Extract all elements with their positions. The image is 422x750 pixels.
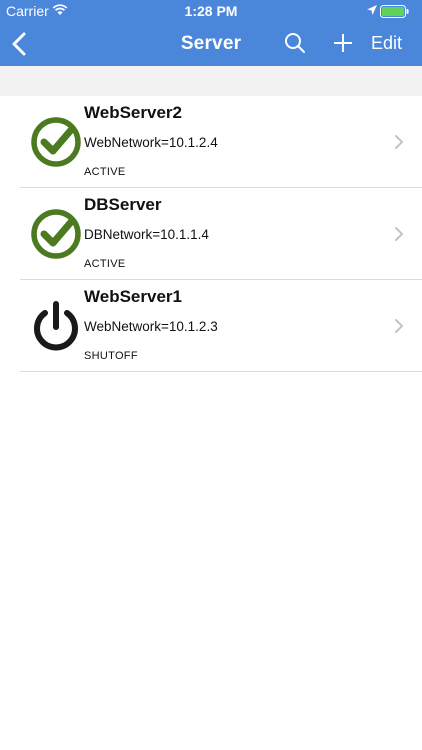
- server-row[interactable]: WebServer2 WebNetwork=10.1.2.4 ACTIVE: [20, 96, 422, 188]
- server-list: WebServer2 WebNetwork=10.1.2.4 ACTIVE DB…: [0, 96, 422, 372]
- search-icon[interactable]: [284, 32, 306, 54]
- plus-icon[interactable]: [332, 32, 354, 54]
- server-status: SHUTOFF: [84, 350, 138, 362]
- server-network: DBNetwork=10.1.1.4: [84, 227, 209, 242]
- page-title: Server: [180, 33, 242, 54]
- chevron-right-icon: [394, 226, 404, 242]
- location-icon: [366, 3, 378, 19]
- navigation-bar: Server Edit: [0, 22, 422, 66]
- server-network: WebNetwork=10.1.2.4: [84, 135, 218, 150]
- server-row[interactable]: DBServer DBNetwork=10.1.1.4 ACTIVE: [20, 188, 422, 280]
- edit-button[interactable]: Edit: [371, 33, 402, 54]
- status-bar: Carrier 1:28 PM: [0, 0, 422, 22]
- server-status: ACTIVE: [84, 166, 126, 178]
- chevron-right-icon: [394, 134, 404, 150]
- server-name: DBServer: [84, 195, 162, 214]
- section-header: [0, 66, 422, 96]
- server-row[interactable]: WebServer1 WebNetwork=10.1.2.3 SHUTOFF: [20, 280, 422, 372]
- clock: 1:28 PM: [184, 3, 238, 19]
- server-status: ACTIVE: [84, 258, 126, 270]
- check-circle-icon: [30, 208, 82, 260]
- battery-icon: [380, 5, 410, 21]
- server-name: WebServer2: [84, 103, 182, 122]
- power-icon: [30, 300, 82, 352]
- top-bar: Carrier 1:28 PM Server Edit: [0, 0, 422, 66]
- chevron-right-icon: [394, 318, 404, 334]
- check-circle-icon: [30, 116, 82, 168]
- server-name: WebServer1: [84, 287, 182, 306]
- server-network: WebNetwork=10.1.2.3: [84, 319, 218, 334]
